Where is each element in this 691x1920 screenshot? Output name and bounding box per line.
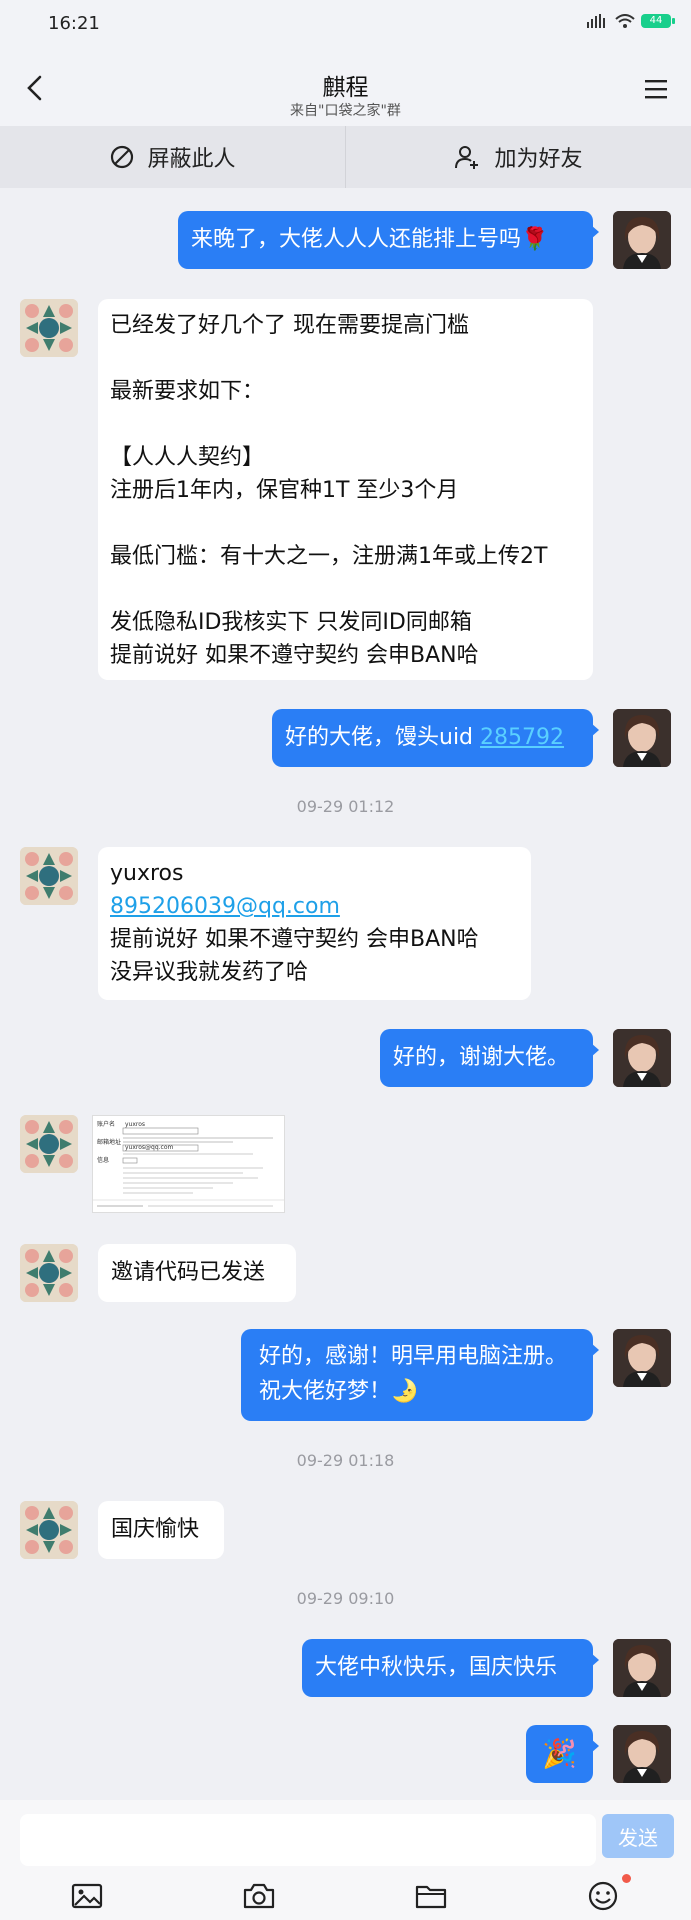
thumb-label-account: 账户名 [97, 1120, 115, 1128]
avatar-pattern-icon [20, 847, 78, 905]
message-line: 好的，感谢！明早用电脑注册。 [259, 1344, 568, 1369]
message-text: 好的大佬，馒头uid [285, 725, 481, 750]
screenshot-image: 账户名 yuxros 邮箱地址 yuxros@qq.com 信息 [93, 1116, 284, 1212]
avatar-pattern-icon [20, 1501, 78, 1559]
message-line [110, 408, 581, 441]
thumb-label-email: 邮箱地址 [97, 1138, 121, 1146]
my-avatar[interactable] [613, 211, 671, 269]
message-bubble-sent[interactable]: 来晚了，大佬人人人还能排上号吗🌹 [178, 211, 599, 269]
message-bubble-sent[interactable]: 好的大佬，馒头uid 285792 [272, 709, 599, 767]
emoji-icon[interactable] [585, 1878, 621, 1914]
message-bubble-received[interactable]: 国庆愉快 [98, 1501, 224, 1559]
chat-subtitle: 来自"口袋之家"群 [290, 103, 401, 119]
message-text: 邀请代码已发送 [111, 1260, 266, 1285]
image-message-thumbnail[interactable]: 账户名 yuxros 邮箱地址 yuxros@qq.com 信息 [92, 1115, 285, 1213]
avatar-photo-icon [613, 211, 671, 269]
sender-avatar[interactable] [20, 1244, 78, 1302]
message-bubble-sent[interactable]: 好的，谢谢大佬。 [380, 1029, 599, 1087]
input-toolbar [0, 1872, 691, 1920]
add-friend-button[interactable]: 加为好友 [346, 126, 691, 188]
notification-dot [622, 1874, 631, 1883]
message-line: 注册后1年内，保官种1T 至少3个月 [110, 478, 459, 503]
battery-level: 44 [649, 15, 663, 26]
menu-icon[interactable] [641, 74, 671, 104]
message-text: 国庆愉快 [111, 1517, 200, 1542]
my-avatar[interactable] [613, 1029, 671, 1087]
email-link[interactable]: 895206039@qq.com [110, 890, 519, 923]
message-line: 提前说好 如果不遵守契约 会申BAN哈 [110, 643, 479, 668]
message-bubble-received[interactable]: yuxros 895206039@qq.com 提前说好 如果不遵守契约 会申B… [98, 847, 531, 1000]
timestamp: 09-29 09:10 [296, 1589, 395, 1608]
add-user-icon [455, 146, 479, 169]
message-line: 提前说好 如果不遵守契约 会申BAN哈 [110, 927, 479, 952]
my-avatar[interactable] [613, 1329, 671, 1387]
message-line: 已经发了好几个了 现在需要提高门槛 [110, 313, 469, 338]
message-line [110, 507, 581, 540]
chat-header: 麒程 来自"口袋之家"群 [0, 50, 691, 126]
folder-icon[interactable] [413, 1878, 449, 1914]
action-bar: 屏蔽此人 加为好友 [0, 126, 691, 188]
message-text: 好的，谢谢大佬。 [393, 1045, 570, 1070]
my-avatar[interactable] [613, 1639, 671, 1697]
message-text: 来晚了，大佬人人人还能排上号吗🌹 [191, 227, 549, 252]
send-button[interactable]: 发送 [602, 1814, 674, 1858]
my-avatar[interactable] [613, 1725, 671, 1783]
message-line: 没异议我就发药了哈 [110, 960, 309, 985]
avatar-photo-icon [613, 1329, 671, 1387]
timestamp: 09-29 01:12 [296, 797, 395, 816]
add-friend-label: 加为好友 [494, 147, 583, 172]
message-bubble-sent[interactable]: 好的，感谢！明早用电脑注册。 祝大佬好梦！🌛 [241, 1329, 599, 1421]
party-emoji: 🎉 [542, 1737, 577, 1770]
wifi-icon [615, 14, 635, 28]
message-line: 发低隐私ID我核实下 只发同ID同邮箱 [110, 610, 472, 635]
input-area: 发送 [0, 1800, 691, 1920]
avatar-photo-icon [613, 1029, 671, 1087]
sender-avatar[interactable] [20, 847, 78, 905]
message-line: yuxros [110, 861, 184, 886]
message-line: 【人人人契约】 [110, 445, 265, 470]
message-bubble-sent[interactable]: 🎉 [526, 1725, 599, 1783]
status-icons: 44 [587, 14, 675, 28]
timestamp: 09-29 01:18 [296, 1451, 395, 1470]
my-avatar[interactable] [613, 709, 671, 767]
status-time: 16:21 [48, 13, 100, 34]
block-user-button[interactable]: 屏蔽此人 [0, 126, 345, 188]
message-input[interactable] [20, 1814, 596, 1866]
camera-icon[interactable] [241, 1878, 277, 1914]
signal-icon [587, 14, 605, 28]
message-line [110, 573, 581, 606]
battery-icon: 44 [641, 14, 675, 28]
message-bubble-received[interactable]: 已经发了好几个了 现在需要提高门槛 最新要求如下： 【人人人契约】 注册后1年内… [98, 299, 593, 680]
sender-avatar[interactable] [20, 1115, 78, 1173]
message-bubble-received[interactable]: 邀请代码已发送 [98, 1244, 296, 1302]
image-icon[interactable] [69, 1878, 105, 1914]
avatar-photo-icon [613, 1639, 671, 1697]
avatar-pattern-icon [20, 299, 78, 357]
message-line: 最低门槛：有十大之一，注册满1年或上传2T [110, 544, 548, 569]
message-text: 大佬中秋快乐，国庆快乐 [315, 1655, 558, 1680]
avatar-photo-icon [613, 709, 671, 767]
sender-avatar[interactable] [20, 1501, 78, 1559]
chat-title: 麒程 [322, 75, 369, 101]
avatar-pattern-icon [20, 1244, 78, 1302]
block-user-label: 屏蔽此人 [147, 147, 236, 172]
thumb-value-account: yuxros [125, 1121, 145, 1128]
sender-avatar[interactable] [20, 299, 78, 357]
message-line: 最新要求如下： [110, 379, 265, 404]
block-icon [111, 145, 134, 169]
avatar-photo-icon [613, 1725, 671, 1783]
uid-link[interactable]: 285792 [480, 725, 564, 750]
thumb-label-info: 信息 [97, 1156, 109, 1164]
status-bar: 16:21 44 [0, 0, 691, 50]
message-line: 祝大佬好梦！🌛 [259, 1379, 419, 1404]
message-bubble-sent[interactable]: 大佬中秋快乐，国庆快乐 [302, 1639, 599, 1697]
avatar-pattern-icon [20, 1115, 78, 1173]
message-line [110, 342, 581, 375]
